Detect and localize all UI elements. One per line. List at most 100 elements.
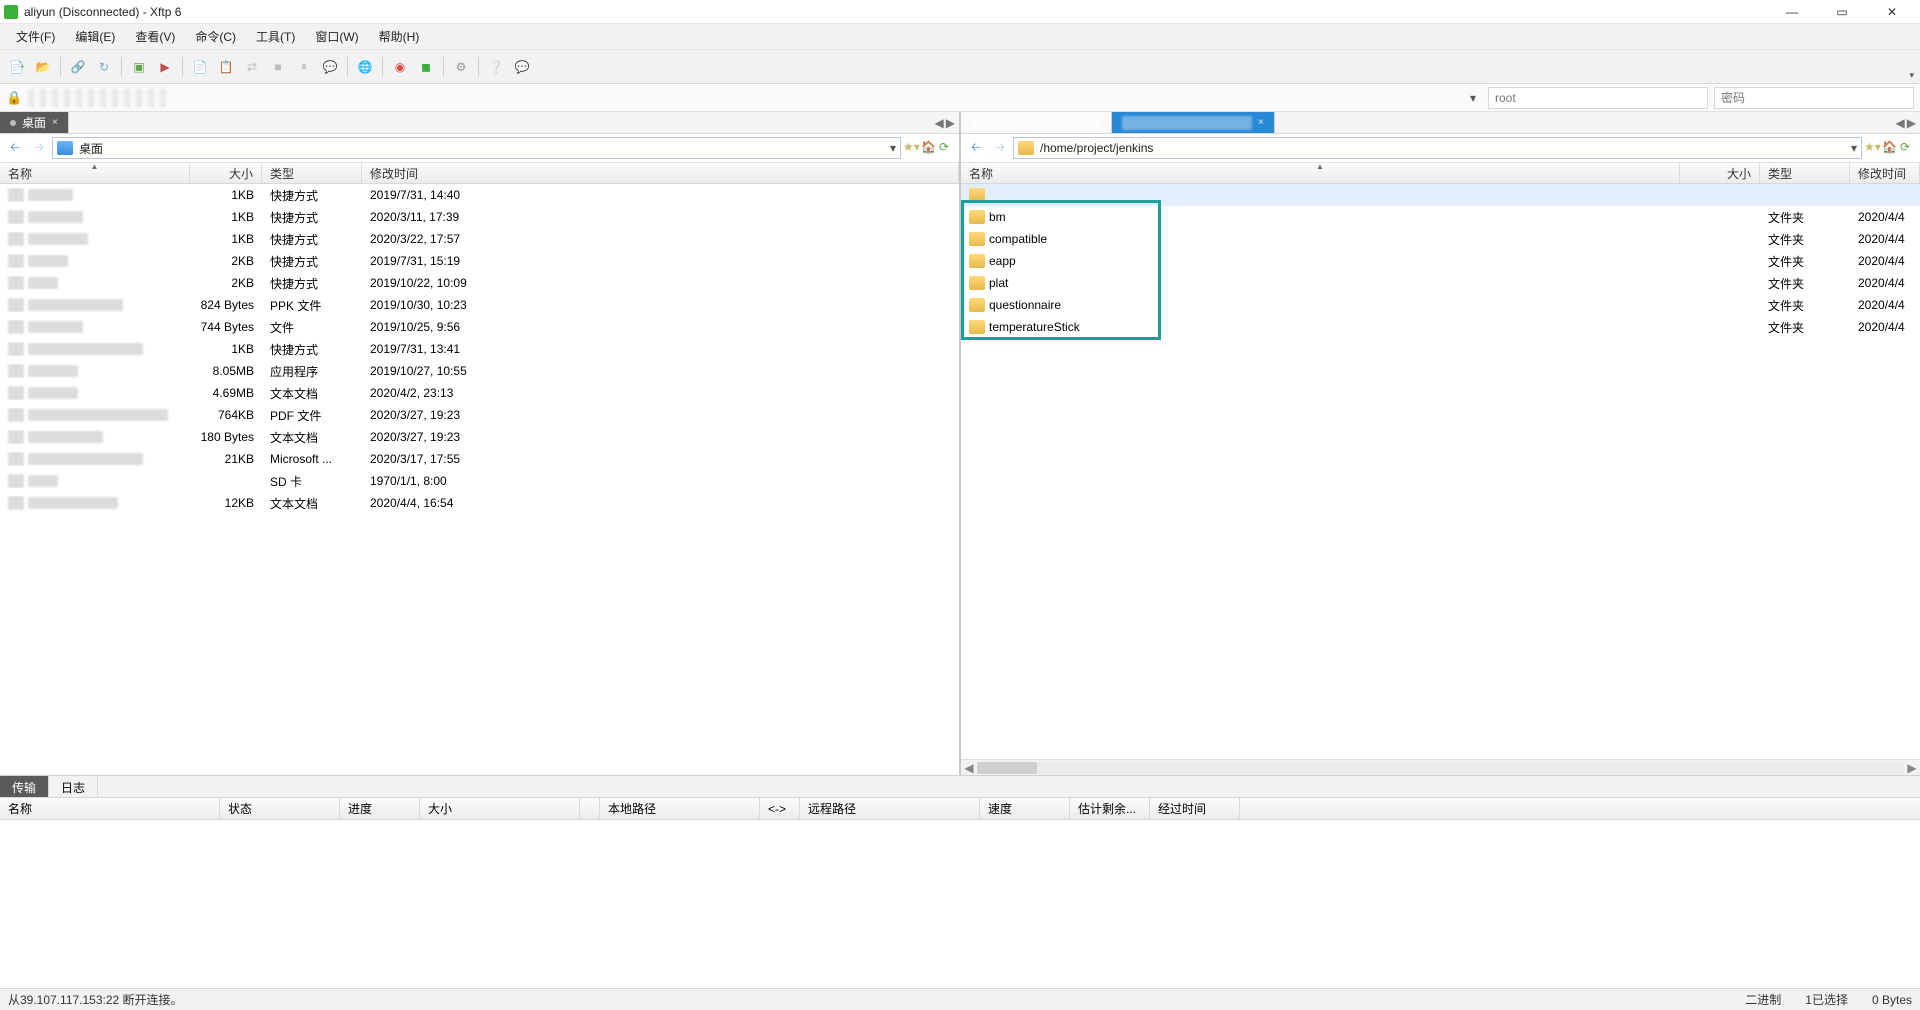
password-input[interactable] [1714,87,1914,109]
remote-tab-inactive[interactable] [961,112,1112,133]
list-item[interactable]: 764KBPDF 文件2020/3/27, 19:23 [0,404,959,426]
remote-filelist[interactable]: bm文件夹2020/4/4compatible文件夹2020/4/4eapp文件… [961,184,1920,759]
list-item[interactable]: eapp文件夹2020/4/4 [961,250,1920,272]
col-size[interactable]: 大小 [190,163,262,183]
list-item[interactable]: 1KB快捷方式2019/7/31, 14:40 [0,184,959,206]
list-item[interactable]: 744 Bytes文件2019/10/25, 9:56 [0,316,959,338]
forward-button[interactable]: 🡢 [989,137,1011,159]
refresh-icon[interactable]: ⟳ [1900,140,1916,156]
transfer-col[interactable] [580,798,600,819]
remote-path-combo[interactable]: /home/project/jenkins ▾ [1013,137,1862,159]
scroll-thumb[interactable] [977,762,1037,774]
transfer-col[interactable]: 名称 [0,798,220,819]
combo-dropdown-icon[interactable]: ▾ [890,141,896,155]
open-session-icon[interactable]: 📂 [32,56,54,78]
tab-prev-icon[interactable]: ◀ [1896,116,1905,130]
transfer-col[interactable]: 进度 [340,798,420,819]
tab-next-icon[interactable]: ▶ [946,116,955,130]
green-square-icon[interactable]: ◼ [415,56,437,78]
list-item[interactable]: compatible文件夹2020/4/4 [961,228,1920,250]
back-button[interactable]: 🡠 [965,137,987,159]
remote-hscrollbar[interactable]: ◀ ▶ [961,759,1920,775]
scroll-right-icon[interactable]: ▶ [1904,761,1920,775]
tab-close-icon[interactable]: × [1258,117,1264,128]
scroll-left-icon[interactable]: ◀ [961,761,977,775]
list-item[interactable]: bm文件夹2020/4/4 [961,206,1920,228]
list-item[interactable]: 824 BytesPPK 文件2019/10/30, 10:23 [0,294,959,316]
help-icon[interactable]: ❔ [485,56,507,78]
transfer-col[interactable]: 速度 [980,798,1070,819]
col-size[interactable]: 大小 [1680,163,1760,183]
new-session-icon[interactable]: 📄+ [6,56,28,78]
col-type[interactable]: 类型 [262,163,362,183]
forward-button[interactable]: 🡢 [28,137,50,159]
refresh-icon[interactable]: ⟳ [939,140,955,156]
menu-item[interactable]: 文件(F) [8,25,63,48]
local-tab-desktop[interactable]: 桌面 × [0,112,69,133]
list-item[interactable]: 2KB快捷方式2019/10/22, 10:09 [0,272,959,294]
col-name[interactable]: 名称▲ [0,163,190,183]
list-item[interactable]: 180 Bytes文本文档2020/3/27, 19:23 [0,426,959,448]
settings-icon[interactable]: ⚙ [450,56,472,78]
remote-tab-active[interactable]: × [1112,112,1275,133]
menu-item[interactable]: 帮助(H) [371,25,428,48]
transfer-col[interactable]: 大小 [420,798,580,819]
menu-item[interactable]: 命令(C) [187,25,244,48]
transfer-col[interactable]: 估计剩余... [1070,798,1150,819]
link-icon[interactable]: 🔗 [67,56,89,78]
feedback-icon[interactable]: 💬 [511,56,533,78]
col-type[interactable]: 类型 [1760,163,1850,183]
list-item[interactable]: 1KB快捷方式2020/3/22, 17:57 [0,228,959,250]
menu-item[interactable]: 窗口(W) [307,25,366,48]
dropdown-icon[interactable]: ▶ [154,56,176,78]
transfer-col[interactable]: 状态 [220,798,340,819]
col-name[interactable]: 名称▲ [961,163,1680,183]
tab-log[interactable]: 日志 [49,776,98,797]
transfer-col[interactable]: <-> [760,798,800,819]
maximize-button[interactable]: ▭ [1830,3,1854,21]
col-date[interactable]: 修改时间 [1850,163,1920,183]
reconnect-icon[interactable]: ↻ [93,56,115,78]
username-input[interactable] [1488,87,1708,109]
list-item[interactable]: SD 卡1970/1/1, 8:00 [0,470,959,492]
list-item[interactable]: questionnaire文件夹2020/4/4 [961,294,1920,316]
col-date[interactable]: 修改时间 [362,163,959,183]
local-filelist[interactable]: 1KB快捷方式2019/7/31, 14:401KB快捷方式2020/3/11,… [0,184,959,775]
home-icon[interactable]: 🏠 [921,140,937,156]
copy-icon[interactable]: 📄 [189,56,211,78]
chat-icon[interactable]: 💬 [319,56,341,78]
list-item[interactable]: 1KB快捷方式2019/7/31, 13:41 [0,338,959,360]
list-item[interactable]: 12KB文本文档2020/4/4, 16:54 [0,492,959,514]
stop-icon[interactable]: ■ [267,56,289,78]
list-item[interactable]: 4.69MB文本文档2020/4/2, 23:13 [0,382,959,404]
tab-prev-icon[interactable]: ◀ [935,116,944,130]
list-item[interactable]: 21KBMicrosoft ...2020/3/17, 17:55 [0,448,959,470]
transfer-col[interactable]: 远程路径 [800,798,980,819]
minimize-button[interactable]: — [1780,3,1804,21]
globe-icon[interactable]: 🌐 [354,56,376,78]
list-item[interactable]: 2KB快捷方式2019/7/31, 15:19 [0,250,959,272]
local-path-combo[interactable]: 桌面 ▾ [52,137,901,159]
tab-next-icon[interactable]: ▶ [1907,116,1916,130]
close-button[interactable]: ✕ [1880,3,1904,21]
list-item[interactable]: temperatureStick文件夹2020/4/4 [961,316,1920,338]
favorite-icon[interactable]: ★▾ [903,140,919,156]
host-dropdown-icon[interactable]: ▾ [1464,91,1482,105]
menu-item[interactable]: 工具(T) [248,25,303,48]
red-circle-icon[interactable]: ◉ [389,56,411,78]
new-window-icon[interactable]: ▣ [128,56,150,78]
back-button[interactable]: 🡠 [4,137,26,159]
menu-item[interactable]: 查看(V) [127,25,183,48]
list-item[interactable]: 1KB快捷方式2020/3/11, 17:39 [0,206,959,228]
transfer-col[interactable]: 经过时间 [1150,798,1240,819]
toolbar-overflow-icon[interactable]: ▾ [1909,70,1914,81]
tab-close-icon[interactable]: × [52,117,58,128]
combo-dropdown-icon[interactable]: ▾ [1851,141,1857,155]
menu-item[interactable]: 编辑(E) [67,25,123,48]
home-icon[interactable]: 🏠 [1882,140,1898,156]
favorite-icon[interactable]: ★▾ [1864,140,1880,156]
transfer-icon[interactable]: ⇄ [241,56,263,78]
transfer-col[interactable]: 本地路径 [600,798,760,819]
paste-icon[interactable]: 📋 [215,56,237,78]
list-item[interactable]: plat文件夹2020/4/4 [961,272,1920,294]
